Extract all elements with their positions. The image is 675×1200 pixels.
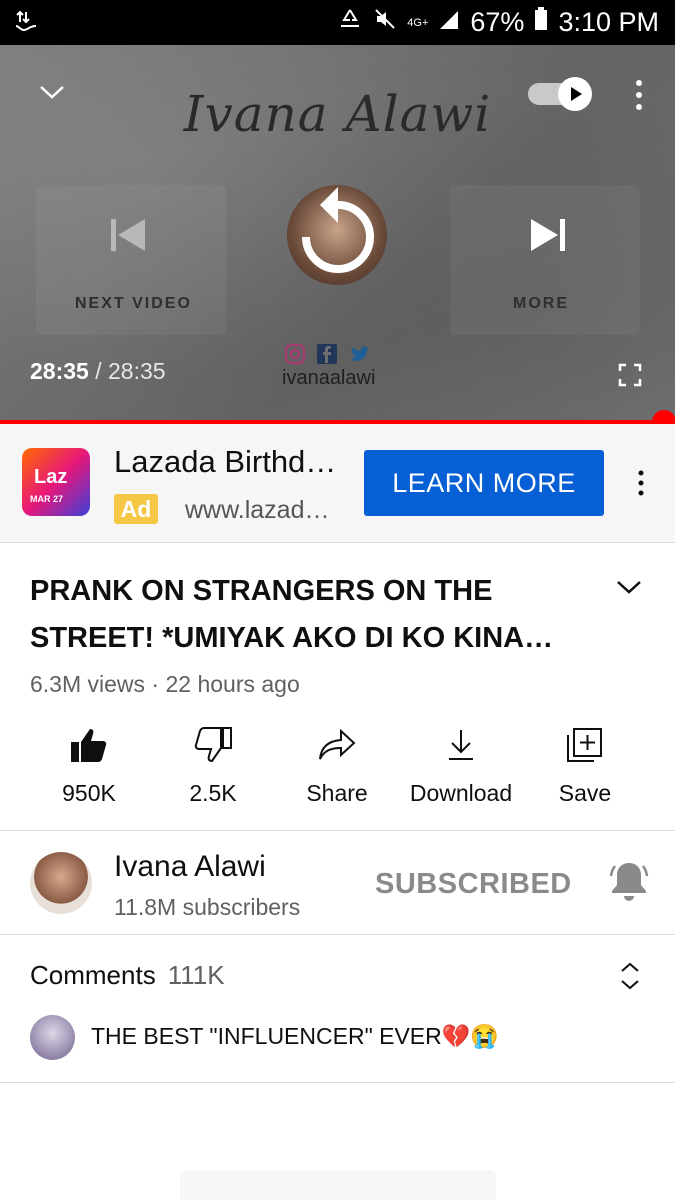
recycle-icon bbox=[337, 7, 363, 38]
duration: 28:35 bbox=[108, 358, 166, 384]
thumbs-up-icon bbox=[24, 720, 154, 770]
comments-label: Comments bbox=[30, 960, 156, 990]
clock: 3:10 PM bbox=[558, 7, 659, 37]
ad-logo-subtext: MAR 27 bbox=[30, 494, 64, 504]
expand-description-icon[interactable] bbox=[616, 578, 642, 601]
divider bbox=[0, 1082, 675, 1083]
data-transfer-icon bbox=[14, 10, 38, 39]
status-bar: 4G+ 67% 3:10 PM bbox=[0, 0, 675, 45]
ad-url[interactable]: www.lazad… bbox=[185, 496, 330, 525]
replay-icon[interactable] bbox=[296, 185, 380, 285]
channel-avatar[interactable] bbox=[30, 852, 92, 914]
share-button[interactable]: Share bbox=[272, 720, 402, 807]
commenter-avatar[interactable] bbox=[30, 1015, 75, 1060]
autoplay-knob bbox=[558, 77, 592, 111]
video-meta: 6.3M views · 22 hours ago bbox=[30, 671, 300, 697]
like-count: 950K bbox=[62, 780, 116, 806]
comments-count: 111K bbox=[167, 960, 225, 990]
instagram-icon bbox=[284, 343, 306, 365]
battery-percent: 67% bbox=[470, 7, 525, 37]
channel-name[interactable]: Ivana Alawi bbox=[114, 850, 266, 884]
ad-title[interactable]: Lazada Birthd… bbox=[114, 444, 336, 480]
social-handle: ivanaalawi bbox=[282, 367, 376, 389]
divider bbox=[0, 934, 675, 935]
video-player[interactable]: Ivana Alawi NEXT VIDEO MORE ivanaalawi 2… bbox=[0, 45, 675, 422]
next-video-icon[interactable] bbox=[528, 217, 568, 258]
ad-menu-icon[interactable] bbox=[636, 470, 646, 501]
dislike-button[interactable]: 2.5K bbox=[148, 720, 278, 807]
share-label: Share bbox=[306, 780, 368, 806]
download-label: Download bbox=[409, 780, 513, 806]
dislike-count: 2.5K bbox=[189, 780, 237, 806]
prev-caption: NEXT VIDEO bbox=[75, 295, 192, 312]
current-time: 28:35 bbox=[30, 358, 89, 384]
thumbs-down-icon bbox=[148, 720, 278, 770]
action-bar: 950K 2.5K Share Download Save bbox=[0, 720, 675, 815]
mute-icon bbox=[373, 7, 397, 38]
bottom-sheet-edge bbox=[180, 1170, 496, 1200]
add-to-playlist-icon bbox=[520, 720, 650, 770]
expand-comments-icon[interactable] bbox=[619, 961, 641, 996]
save-button[interactable]: Save bbox=[520, 720, 650, 807]
download-button[interactable]: Download bbox=[396, 720, 526, 807]
share-icon bbox=[272, 720, 402, 770]
play-icon bbox=[571, 87, 582, 101]
battery-icon bbox=[534, 7, 548, 38]
subscribed-button[interactable]: SUBSCRIBED bbox=[375, 868, 572, 901]
time-separator: / bbox=[88, 358, 108, 384]
fullscreen-icon[interactable] bbox=[618, 363, 642, 392]
learn-more-button[interactable]: LEARN MORE bbox=[364, 450, 604, 516]
notification-bell-icon[interactable] bbox=[609, 860, 649, 907]
video-title[interactable]: PRANK ON STRANGERS ON THE STREET! *UMIYA… bbox=[30, 568, 590, 662]
comments-header[interactable]: Comments 111K bbox=[30, 960, 225, 991]
signal-icon bbox=[438, 7, 460, 38]
ad-banner[interactable]: Laz MAR 27 Lazada Birthd… Ad www.lazad… … bbox=[0, 424, 675, 543]
time-display: 28:35 / 28:35 bbox=[30, 358, 166, 385]
more-options-icon[interactable] bbox=[634, 79, 644, 116]
autoplay-toggle[interactable] bbox=[528, 77, 596, 111]
network-type: 4G+ bbox=[407, 16, 429, 29]
ad-logo[interactable]: Laz MAR 27 bbox=[22, 448, 90, 516]
social-icons bbox=[284, 343, 372, 365]
divider bbox=[0, 830, 675, 831]
download-icon bbox=[396, 720, 526, 770]
subscriber-count: 11.8M subscribers bbox=[114, 894, 301, 920]
collapse-chevron-icon[interactable] bbox=[38, 83, 66, 106]
ad-logo-text: Laz bbox=[34, 466, 68, 488]
save-label: Save bbox=[558, 780, 612, 806]
twitter-icon bbox=[350, 346, 370, 361]
ad-badge: Ad bbox=[114, 494, 158, 524]
top-comment[interactable]: THE BEST "INFLUENCER" EVER💔😭 bbox=[91, 1023, 499, 1050]
next-caption: MORE bbox=[513, 295, 569, 312]
like-button[interactable]: 950K bbox=[24, 720, 154, 807]
previous-video-icon[interactable] bbox=[108, 217, 148, 258]
facebook-icon bbox=[317, 344, 337, 364]
